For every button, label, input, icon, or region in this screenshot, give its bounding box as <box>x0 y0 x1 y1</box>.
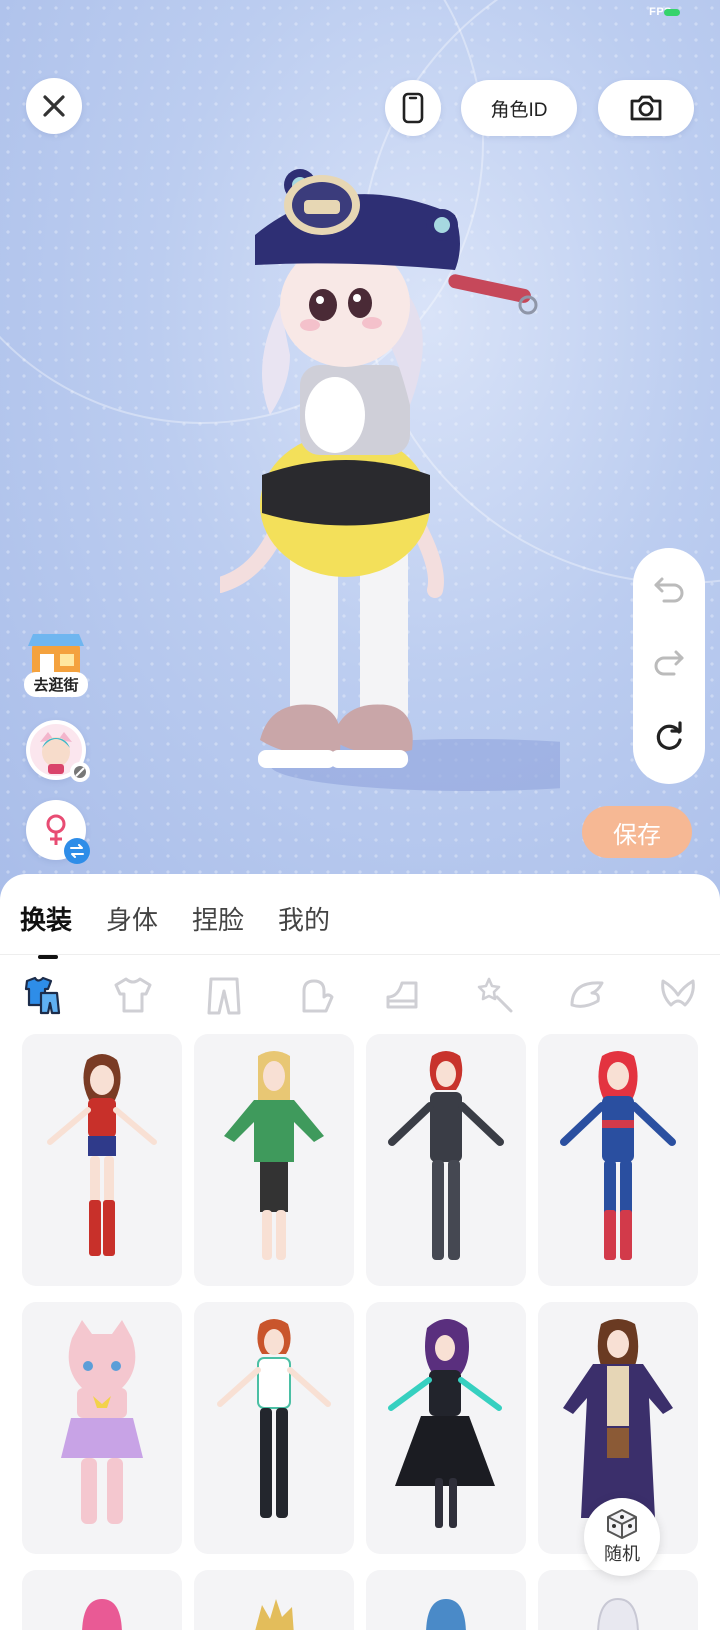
category-pants[interactable] <box>202 973 246 1017</box>
close-icon <box>43 95 65 117</box>
outfit-card[interactable] <box>22 1302 182 1554</box>
category-shoes[interactable] <box>383 973 427 1017</box>
tab-outfit[interactable]: 换装 <box>20 900 72 959</box>
outfit-thumbnail <box>426 1599 466 1630</box>
reset-button[interactable] <box>652 720 686 759</box>
outfit-thumbnail <box>388 1319 502 1528</box>
hidden-badge <box>70 762 90 782</box>
category-outfit-set[interactable] <box>20 973 64 1017</box>
outfit-set-icon <box>24 976 61 1015</box>
category-bar <box>20 970 700 1020</box>
outfit-thumbnail <box>47 1054 157 1256</box>
swap-badge <box>64 838 90 864</box>
avatar-character[interactable] <box>220 165 560 825</box>
friend-avatar-button[interactable] <box>26 720 90 782</box>
tab-divider <box>0 954 720 955</box>
female-symbol-icon <box>46 814 66 845</box>
phone-icon <box>402 92 424 124</box>
device-view-button[interactable] <box>385 80 441 136</box>
role-id-label: 角色ID <box>490 99 548 121</box>
redo-icon <box>654 650 684 676</box>
category-gloves[interactable] <box>293 973 337 1017</box>
outfit-card[interactable] <box>194 1570 354 1630</box>
outfit-card[interactable] <box>22 1034 182 1286</box>
outfit-card[interactable] <box>366 1034 526 1286</box>
outfit-card[interactable] <box>538 1570 698 1630</box>
hide-icon <box>74 766 86 778</box>
top-icon <box>114 977 152 1013</box>
outfit-thumbnail <box>61 1320 143 1524</box>
tab-mine[interactable]: 我的 <box>278 900 330 937</box>
go-shopping-label: 去逛街 <box>24 672 88 697</box>
outfit-thumbnail <box>217 1319 331 1518</box>
save-button[interactable]: 保存 <box>582 806 692 858</box>
pants-icon <box>207 977 241 1015</box>
dice-icon <box>607 1509 637 1539</box>
history-panel <box>633 548 705 784</box>
tab-bar: 换装 身体 捏脸 我的 <box>20 900 330 959</box>
undo-button[interactable] <box>652 573 686 608</box>
random-button[interactable]: 随机 <box>584 1498 660 1576</box>
shoes-icon <box>386 981 418 1009</box>
category-wings[interactable] <box>565 973 609 1017</box>
camera-button[interactable] <box>598 80 694 136</box>
outfit-thumbnail <box>597 1597 639 1630</box>
gender-switch-button[interactable] <box>26 800 90 864</box>
outfit-card[interactable] <box>366 1570 526 1630</box>
outfit-thumbnail <box>255 1599 294 1630</box>
reset-icon <box>656 721 682 750</box>
outfit-card[interactable] <box>194 1034 354 1286</box>
outfit-card[interactable] <box>194 1302 354 1554</box>
redo-button[interactable] <box>652 646 686 681</box>
undo-icon <box>654 577 684 603</box>
tab-face[interactable]: 捏脸 <box>192 900 244 937</box>
go-shopping-button[interactable]: 去逛街 <box>24 630 88 702</box>
gloves-icon <box>302 979 334 1013</box>
outfit-card[interactable] <box>538 1034 698 1286</box>
close-button[interactable] <box>26 78 82 134</box>
random-label: 随机 <box>604 1544 640 1564</box>
bow-icon <box>661 979 695 1007</box>
wing-icon <box>570 981 604 1008</box>
outfit-thumbnail <box>560 1051 676 1260</box>
wand-icon <box>477 977 513 1013</box>
category-accessories[interactable] <box>474 973 518 1017</box>
avatar-scene[interactable]: FPS 角色ID 去逛街 保存 <box>0 0 720 900</box>
category-top[interactable] <box>111 973 155 1017</box>
outfit-thumbnail <box>82 1599 122 1630</box>
tab-body[interactable]: 身体 <box>106 900 158 937</box>
role-id-button[interactable]: 角色ID <box>461 80 577 136</box>
outfit-thumbnail <box>224 1051 324 1260</box>
wardrobe-sheet: 换装 身体 捏脸 我的 随机 <box>0 874 720 1630</box>
outfit-thumbnail <box>388 1051 504 1260</box>
outfit-card[interactable] <box>22 1570 182 1630</box>
battery-icon <box>664 9 680 16</box>
outfit-card[interactable] <box>366 1302 526 1554</box>
category-headwear[interactable] <box>656 973 700 1017</box>
swap-icon <box>70 844 84 858</box>
camera-icon <box>630 95 662 121</box>
